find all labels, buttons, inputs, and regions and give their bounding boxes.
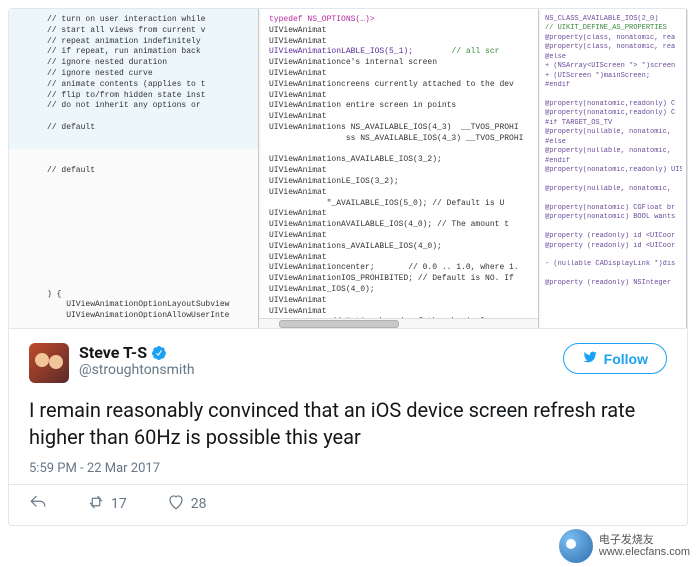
- code-line: @property (readonly) NSInteger: [545, 279, 682, 288]
- code-line: @property(nullable, nonatomic,: [545, 147, 682, 156]
- tweet-card: // turn on user interaction while // sta…: [8, 8, 688, 526]
- retweet-count: 17: [111, 496, 127, 512]
- code-line: @property(nullable, nonatomic,: [545, 185, 682, 194]
- watermark-logo-icon: [559, 529, 593, 563]
- code-line: UIViewAnimations NS_AVAILABLE_IOS(4_3) _…: [269, 123, 534, 134]
- code-line: UIViewAnimationLABLE_IOS(5_1); // all sc…: [269, 47, 534, 58]
- code-comment: // animate contents (applies to t: [47, 80, 254, 91]
- code-line: @else: [545, 53, 682, 62]
- code-line: UIViewAnimat: [269, 231, 534, 242]
- like-button[interactable]: 28: [167, 493, 207, 515]
- code-comment: // turn on user interaction while: [47, 15, 254, 26]
- code-line: UIViewAnimat: [269, 209, 534, 220]
- follow-label: Follow: [604, 351, 648, 367]
- scrollbar-thumb[interactable]: [279, 320, 399, 328]
- code-line: UIViewAnimationcenter; // 0.0 .. 1.0, wh…: [269, 263, 534, 274]
- code-line: @property(nullable, nonatomic,: [545, 128, 682, 137]
- code-line: UIViewAnimations_AVAILABLE_IOS(4_0);: [269, 242, 534, 253]
- code-line: @property(nonatomic,readonly) C: [545, 100, 682, 109]
- code-line: typedef NS_OPTIONS(…)>: [269, 15, 534, 26]
- tweet-actions: 17 28: [29, 485, 667, 515]
- code-comment: // flip to/from hidden state inst: [47, 91, 254, 102]
- code-pane-middle: typedef NS_OPTIONS(…)> UIViewAnimat UIVi…: [259, 9, 539, 328]
- like-count: 28: [191, 496, 207, 512]
- code-line: @property (readonly) id <UICoor: [545, 232, 682, 241]
- code-line: @property(class, nonatomic, rea: [545, 43, 682, 52]
- code-comment: // ignore nested curve: [47, 69, 254, 80]
- author-handle[interactable]: @stroughtonsmith: [79, 362, 553, 378]
- tweet-timestamp[interactable]: 5:59 PM - 22 Mar 2017: [29, 461, 667, 476]
- code-comment: // repeat animation indefinitely: [47, 37, 254, 48]
- code-line: @property(nonatomic) BOOL wants: [545, 213, 682, 222]
- code-line: UIViewAnimat: [269, 112, 534, 123]
- code-line: UIViewAnimationOptionLayoutSubview: [47, 300, 254, 311]
- code-line: UIViewAnimat: [269, 296, 534, 307]
- reply-icon: [29, 493, 47, 515]
- follow-button[interactable]: Follow: [563, 343, 667, 374]
- code-line: UIViewAnimations_AVAILABLE_IOS(3_2);: [269, 155, 534, 166]
- reply-button[interactable]: [29, 493, 47, 515]
- watermark-url: www.elecfans.com: [599, 546, 690, 558]
- code-line: UIViewAnimat: [269, 307, 534, 318]
- verified-badge-icon: [151, 345, 167, 361]
- watermark-brand: 电子发烧友: [599, 534, 690, 546]
- heart-icon: [167, 493, 185, 515]
- code-line: UIViewAnimat: [269, 69, 534, 80]
- author-name[interactable]: Steve T-S: [79, 343, 147, 362]
- code-comment: // do not inherit any options or: [47, 101, 254, 112]
- code-line: UIViewAnimat: [269, 166, 534, 177]
- code-line: UIViewAnimationcreens currently attached…: [269, 80, 534, 91]
- tweet-body: Steve T-S @stroughtonsmith Follow I rema…: [9, 329, 687, 525]
- code-comment: // default: [47, 123, 254, 134]
- tweet-media-code-screenshot[interactable]: // turn on user interaction while // sta…: [9, 9, 687, 329]
- code-pane-left: // turn on user interaction while // sta…: [9, 9, 259, 328]
- code-line: UIViewAnimat: [269, 188, 534, 199]
- code-line: UIViewAnimat_IOS(4_0);: [269, 285, 534, 296]
- tweet-header: Steve T-S @stroughtonsmith Follow: [29, 343, 667, 383]
- code-line: #endif: [545, 157, 682, 166]
- code-line: + (UIScreen *)mainScreen;: [545, 72, 682, 81]
- code-line: + (NSArray<UIScreen *> *)screen: [545, 62, 682, 71]
- code-line: ss NS_AVAILABLE_IOS(4_3) __TVOS_PROHI: [269, 134, 534, 145]
- avatar[interactable]: [29, 343, 69, 383]
- code-line: - (nullable CADisplayLink *)dis: [545, 260, 682, 269]
- code-line: UIViewAnimationIOS_PROHIBITED; // Defaul…: [269, 274, 534, 285]
- watermark: 电子发烧友 www.elecfans.com: [559, 529, 690, 563]
- twitter-bird-icon: [582, 350, 598, 367]
- code-line: UIViewAnimationAVAILABLE_IOS(4_0); // Th…: [269, 220, 534, 231]
- code-line: UIViewAnimat: [269, 253, 534, 264]
- code-line: UIViewAnimat: [269, 26, 534, 37]
- code-line: UIViewAnimationce's internal screen: [269, 58, 534, 69]
- code-comment: // ignore nested duration: [47, 58, 254, 69]
- horizontal-scrollbar[interactable]: [259, 318, 538, 328]
- code-line: UIViewAnimationLE_IOS(3_2);: [269, 177, 534, 188]
- code-line: UIViewAnimationOptionAllowUserInte: [47, 311, 254, 322]
- code-comment: // default: [47, 166, 254, 177]
- code-line: NS_CLASS_AVAILABLE_IOS(2_0): [545, 15, 682, 24]
- code-line: @property(class, nonatomic, rea: [545, 34, 682, 43]
- tweet-text: I remain reasonably convinced that an iO…: [29, 397, 667, 451]
- code-line: UIViewAnimat: [269, 37, 534, 48]
- code-line: // UIKIT_DEFINE_AS_PROPERTIES: [545, 24, 682, 33]
- code-line: UIViewAnimat: [269, 91, 534, 102]
- code-line: UIViewAnimation entire screen in points: [269, 101, 534, 112]
- code-comment: // if repeat, run animation back: [47, 47, 254, 58]
- code-line: #if TARGET_OS_TV: [545, 119, 682, 128]
- code-line: #else: [545, 138, 682, 147]
- code-line: #endif: [545, 81, 682, 90]
- code-comment: // start all views from current v: [47, 26, 254, 37]
- code-line: ) {: [47, 290, 254, 301]
- code-pane-right: NS_CLASS_AVAILABLE_IOS(2_0) // UIKIT_DEF…: [539, 9, 687, 328]
- code-line: @property(nonatomic,readonly) UIScreenM: [545, 166, 682, 175]
- code-line: "_AVAILABLE_IOS(5_0); // Default is U: [269, 199, 534, 210]
- retweet-button[interactable]: 17: [87, 493, 127, 515]
- code-line: @property (readonly) id <UICoor: [545, 242, 682, 251]
- code-line: @property(nonatomic,readonly) C: [545, 109, 682, 118]
- code-line: @property(nonatomic) CGFloat br: [545, 204, 682, 213]
- retweet-icon: [87, 493, 105, 515]
